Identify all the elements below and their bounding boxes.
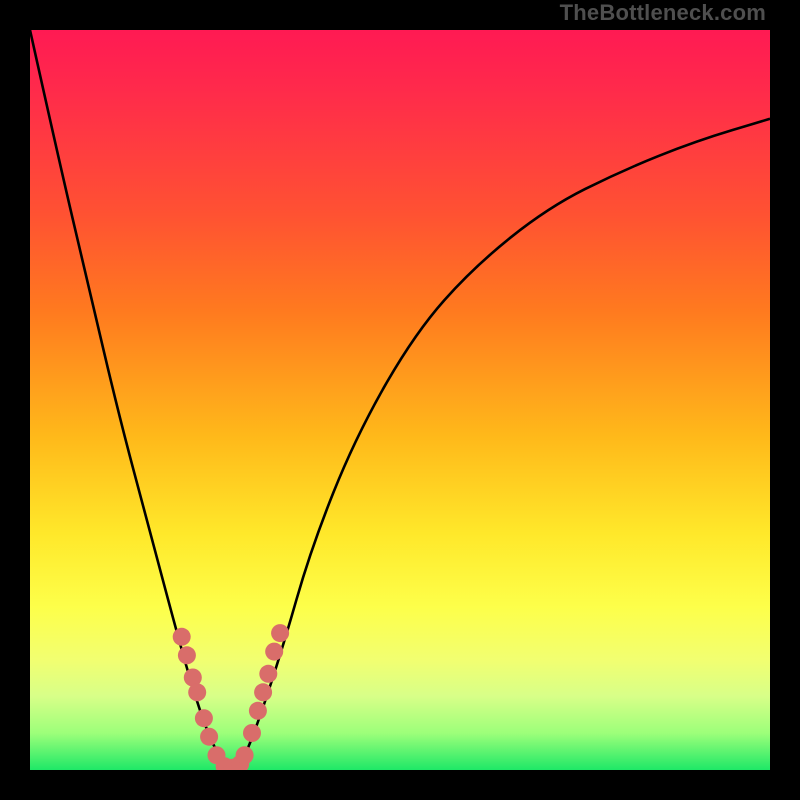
curve-marker [188, 683, 206, 701]
bottleneck-curve [30, 30, 770, 767]
curve-marker [249, 702, 267, 720]
curve-marker [236, 746, 254, 764]
curve-marker [259, 665, 277, 683]
curve-marker [271, 624, 289, 642]
curve-marker [265, 643, 283, 661]
curve-svg [30, 30, 770, 770]
curve-marker [243, 724, 261, 742]
curve-marker [200, 728, 218, 746]
chart-frame: TheBottleneck.com [0, 0, 800, 800]
curve-marker [254, 683, 272, 701]
curve-markers [173, 624, 289, 770]
curve-marker [195, 709, 213, 727]
watermark-text: TheBottleneck.com [560, 0, 766, 26]
curve-marker [178, 646, 196, 664]
plot-area [30, 30, 770, 770]
curve-marker [173, 628, 191, 646]
